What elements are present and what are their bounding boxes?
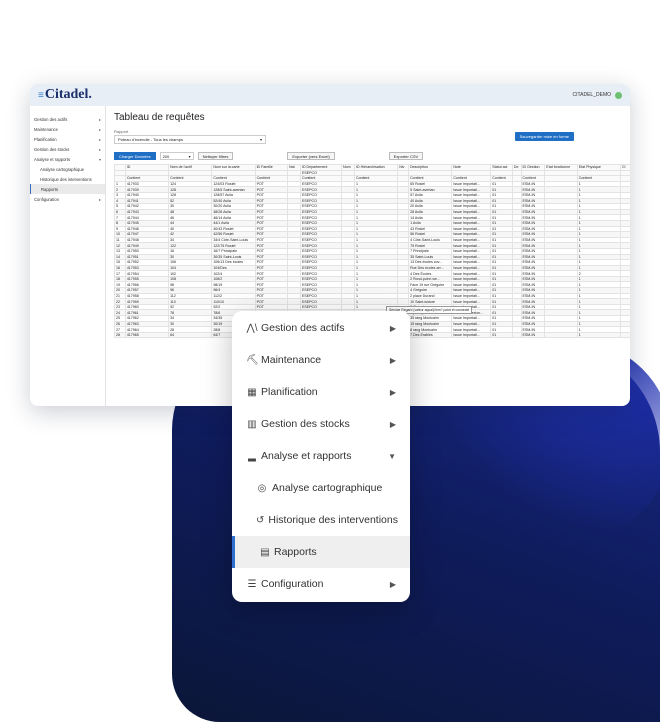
warehouse-icon: ▥	[247, 418, 257, 430]
menu-item-label: Analyse cartographique	[272, 482, 383, 494]
sidebar-item-7[interactable]: Historique des interventions	[30, 174, 105, 184]
sidebar-item-9[interactable]: Configuration ▸	[30, 194, 105, 204]
menu-item-label: Gestion des stocks	[261, 418, 350, 430]
wrench-icon: ⛏	[246, 354, 259, 366]
toolbar: Charger Données 200 ▾ Nettoyer filtres Ex…	[114, 152, 622, 160]
menu-item-6[interactable]: ◎ Analyse cartographique	[232, 472, 410, 504]
calendar-icon: ▦	[247, 386, 257, 398]
table-cell	[544, 331, 578, 339]
chevron-right-icon: ▶	[389, 419, 396, 429]
table-cell: 417965	[124, 331, 170, 339]
menu-item-9[interactable]: ☰ Configuration ▶	[232, 568, 410, 600]
table-cell: 01	[490, 331, 513, 339]
table-cell: 7 Des Erables	[408, 331, 453, 339]
table-cell	[619, 331, 630, 339]
sidebar-item-2[interactable]: Maintenance ▸	[30, 124, 105, 134]
menu-item-label: Historique des interventions	[268, 514, 398, 526]
table-cell: 28	[114, 331, 126, 339]
chevron-right-icon: ▸	[98, 126, 101, 132]
chevron-down-icon: ▼	[388, 451, 396, 461]
sidebar-item-1[interactable]: Gestion des actifs ▸	[30, 114, 105, 124]
table-cell: ESM-IN	[520, 331, 546, 339]
sidebar: Gestion des actifs ▸ Maintenance ▸ Planifica…	[30, 106, 106, 406]
table-icon: ▤	[260, 546, 270, 558]
page-title: Tableau de requêtes	[114, 112, 205, 123]
menu-item-label: Rapports	[274, 546, 317, 558]
chevron-right-icon: ▶	[389, 355, 396, 365]
menu-item-7[interactable]: ↺ Historique des interventions	[232, 504, 410, 536]
chevron-right-icon: ▶	[389, 387, 396, 397]
chevron-right-icon: ▸	[98, 196, 101, 202]
table-cell: Issue Importati...	[451, 331, 492, 339]
sidebar-item-8[interactable]: Rapports	[30, 184, 105, 194]
menu-item-2[interactable]: ⛏ Maintenance ▶	[232, 344, 410, 376]
table-cell: 64	[168, 331, 213, 339]
menu-item-3[interactable]: ▦ Planification ▶	[232, 376, 410, 408]
chart-icon: ▂	[248, 450, 256, 462]
chevron-right-icon: ▶	[389, 323, 396, 333]
menu-item-8[interactable]: ▤ Rapports	[232, 536, 410, 568]
clear-filters-button[interactable]: Nettoyer filtres	[197, 152, 234, 160]
history-icon: ↺	[256, 514, 265, 526]
menu-item-label: Planification	[261, 386, 318, 398]
sidebar-item-6[interactable]: Analyse cartographique	[30, 164, 105, 174]
status-dot-icon	[615, 91, 622, 99]
chevron-right-icon: ▸	[98, 136, 101, 142]
export-csv-button[interactable]: Exporter CSV	[388, 152, 424, 160]
tools-icon: ⋀\	[246, 322, 258, 334]
user-menu[interactable]: CITADEL_DEMO	[572, 91, 622, 99]
menu-item-label: Configuration	[261, 578, 324, 590]
chevron-right-icon: ▸	[98, 116, 101, 122]
chevron-right-icon: ▶	[389, 579, 396, 589]
row-count-select[interactable]: 200 ▾	[159, 152, 194, 160]
user-name: CITADEL_DEMO	[572, 92, 611, 98]
list-icon: ☰	[247, 578, 257, 590]
sidebar-item-5[interactable]: Analyse et rapports ▾	[30, 154, 105, 164]
table-cell: 1	[576, 331, 621, 339]
report-select[interactable]: Poteau d'incendie - Tous les champs ▾	[114, 135, 266, 144]
save-layout-button[interactable]: Sauvegarder mise en forme	[514, 132, 574, 141]
chevron-right-icon: ▸	[98, 146, 101, 152]
logo[interactable]: ≡Citadel.	[38, 87, 92, 103]
menu-item-label: Analyse et rapports	[261, 450, 352, 462]
chevron-down-icon: ▾	[98, 156, 101, 162]
sidebar-item-3[interactable]: Planification ▸	[30, 134, 105, 144]
table-cell	[511, 331, 522, 339]
top-bar: ≡Citadel. CITADEL_DEMO	[30, 84, 630, 106]
menu-item-label: Maintenance	[261, 354, 322, 366]
map-pin-icon: ◎	[257, 482, 267, 494]
export-excel-button[interactable]: Exporter (vers Excel)	[287, 152, 335, 160]
load-data-button[interactable]: Charger Données	[114, 152, 156, 160]
menu-icon[interactable]: ≡	[38, 90, 44, 101]
navigation-menu-zoom: ⋀\ Gestion des actifs ▶ ⛏ Maintenance ▶ ▦ Plani…	[232, 311, 410, 602]
menu-item-4[interactable]: ▥ Gestion des stocks ▶	[232, 408, 410, 440]
menu-item-label: Gestion des actifs	[261, 322, 345, 334]
chevron-down-icon: ▾	[259, 137, 262, 142]
menu-item-1[interactable]: ⋀\ Gestion des actifs ▶	[232, 312, 410, 344]
menu-item-5[interactable]: ▂ Analyse et rapports ▼	[232, 440, 410, 472]
sidebar-item-4[interactable]: Gestion des stocks ▸	[30, 144, 105, 154]
chevron-down-icon: ▾	[188, 153, 191, 159]
